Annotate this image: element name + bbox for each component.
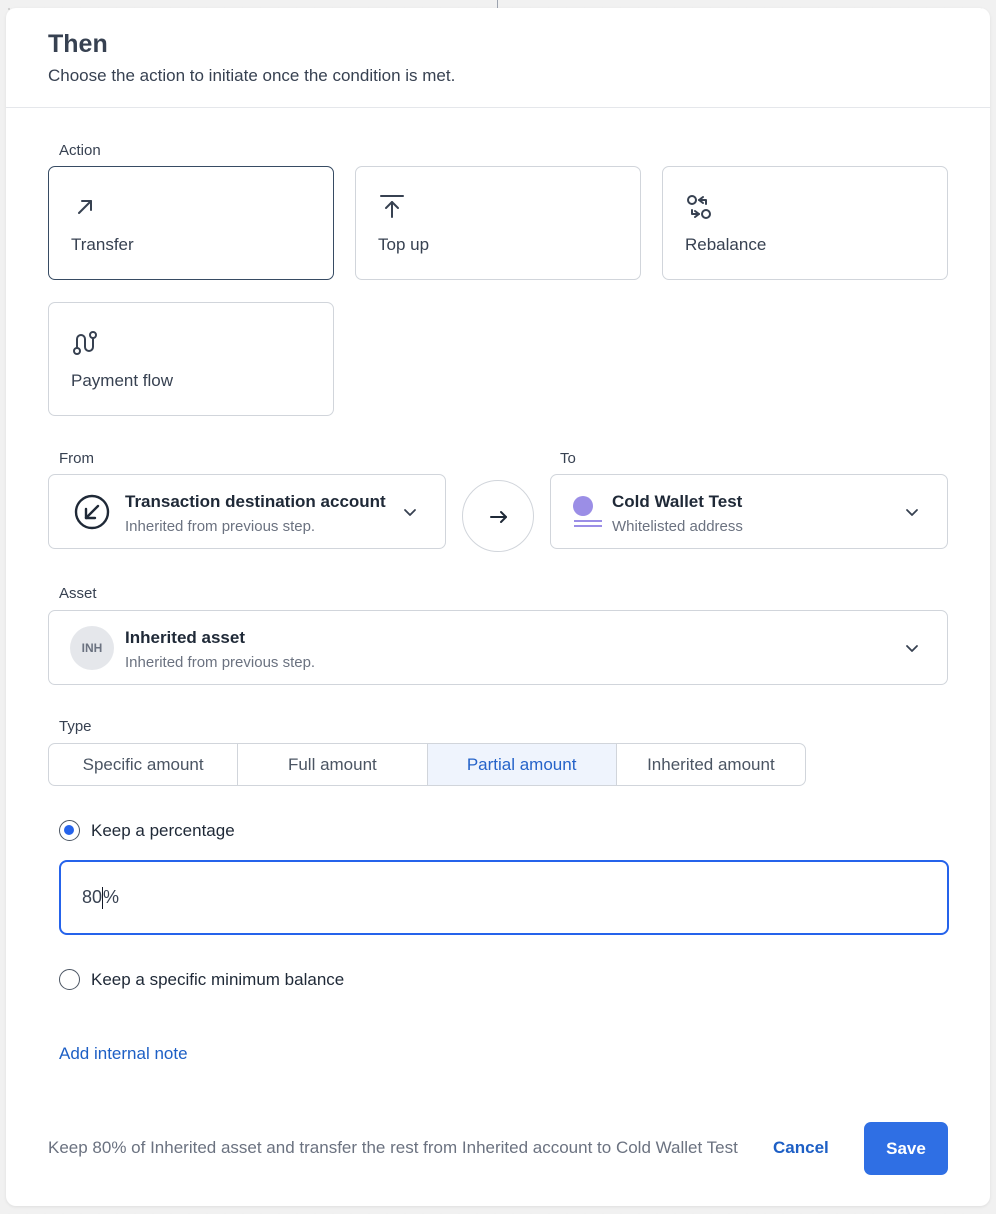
keep-percentage-label: Keep a percentage (91, 820, 235, 840)
action-card-label: Transfer (71, 235, 134, 254)
type-full-amount[interactable]: Full amount (238, 744, 428, 785)
panel-title: Then (48, 30, 108, 58)
type-partial-amount[interactable]: Partial amount (427, 744, 617, 785)
action-card-label: Top up (378, 235, 430, 254)
keep-percentage-option[interactable]: Keep a percentage (59, 820, 235, 841)
to-wallet-title: Cold Wallet Test (612, 492, 743, 511)
chevron-down-icon (402, 504, 418, 520)
swap-direction-button[interactable] (462, 480, 534, 552)
percentage-value: 80 (82, 887, 103, 907)
type-label: Type (59, 718, 92, 735)
keep-minimum-option[interactable]: Keep a specific minimum balance (59, 969, 344, 990)
wallet-icon (572, 495, 604, 529)
then-action-panel: Then Choose the action to initiate once … (6, 8, 990, 1206)
action-card-payment-flow[interactable]: Payment flow (48, 302, 334, 416)
arrow-down-left-circle-icon (74, 494, 110, 530)
from-account-subtitle: Inherited from previous step. (125, 518, 316, 535)
asset-badge: INH (70, 626, 114, 670)
save-button[interactable]: Save (864, 1122, 948, 1175)
from-label: From (59, 450, 94, 467)
action-label: Action (59, 142, 101, 159)
action-summary: Keep 80% of Inherited asset and transfer… (48, 1138, 738, 1157)
to-wallet-subtitle: Whitelisted address (612, 518, 743, 535)
cancel-button[interactable]: Cancel (773, 1138, 829, 1158)
keep-percentage-radio[interactable] (59, 820, 80, 841)
asset-subtitle: Inherited from previous step. (125, 654, 316, 671)
to-wallet-select[interactable]: Cold Wallet Test Whitelisted address (550, 474, 948, 549)
from-account-select[interactable]: Transaction destination account Inherite… (48, 474, 446, 549)
action-card-transfer[interactable]: Transfer (48, 166, 334, 280)
chevron-down-icon (904, 504, 920, 520)
action-card-label: Rebalance (685, 235, 767, 254)
asset-label: Asset (59, 585, 97, 602)
arrow-right-icon (490, 511, 507, 523)
keep-minimum-label: Keep a specific minimum balance (91, 969, 345, 989)
payment-flow-icon (71, 329, 99, 357)
asset-select[interactable]: INH Inherited asset Inherited from previ… (48, 610, 948, 685)
type-inherited-amount[interactable]: Inherited amount (617, 744, 805, 785)
percentage-suffix: % (103, 887, 120, 907)
keep-minimum-radio[interactable] (59, 969, 80, 990)
add-internal-note-link[interactable]: Add internal note (59, 1044, 188, 1064)
arrow-up-to-line-icon (378, 193, 406, 221)
rebalance-icon (685, 193, 713, 221)
flow-connector-line (497, 0, 498, 8)
asset-title: Inherited asset (125, 628, 245, 647)
to-label: To (560, 450, 576, 467)
action-card-label: Payment flow (71, 371, 174, 390)
amount-type-segmented-control: Specific amount Full amount Partial amou… (48, 743, 806, 786)
action-card-top-up[interactable]: Top up (355, 166, 641, 280)
type-specific-amount[interactable]: Specific amount (49, 744, 239, 785)
chevron-down-icon (904, 640, 920, 656)
action-card-rebalance[interactable]: Rebalance (662, 166, 948, 280)
panel-header: Then Choose the action to initiate once … (6, 8, 990, 108)
from-account-title: Transaction destination account (125, 492, 386, 511)
arrow-up-right-icon (71, 193, 99, 221)
panel-subtitle: Choose the action to initiate once the c… (48, 66, 456, 85)
percentage-input[interactable]: 80% (59, 860, 949, 935)
